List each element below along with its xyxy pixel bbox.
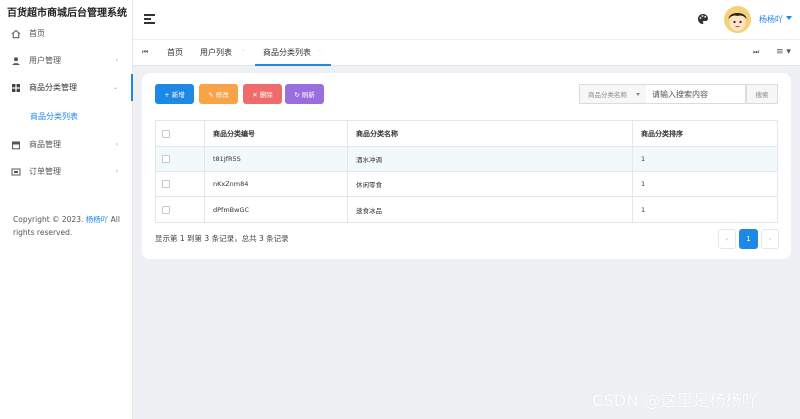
sidebar-item-orders[interactable]: 订单管理 ‹ [0, 158, 132, 185]
caret-down-icon[interactable] [786, 16, 792, 20]
pagination-info: 显示第 1 到第 3 条记录，总共 3 条记录 [155, 234, 289, 243]
chevron-left-icon: ‹ [115, 57, 118, 64]
category-id-cell: t81JfR5S [205, 147, 348, 171]
palette-icon[interactable] [697, 13, 709, 25]
pagination-page-button[interactable]: 1 [739, 229, 758, 249]
sidebar-item-label: 商品分类管理 [29, 83, 77, 92]
category-name-cell: 休闲零食 [348, 172, 633, 196]
sidebar-item-label: 商品管理 [29, 140, 61, 149]
category-name-cell: 速食冰品 [348, 197, 633, 222]
select-all-cell [156, 121, 205, 146]
row-checkbox[interactable] [162, 155, 170, 163]
tabs-menu-icon[interactable]: ≡ ▾ [776, 47, 791, 57]
column-header[interactable]: 商品分类排序 [633, 121, 777, 146]
chevron-left-icon: ‹ [115, 141, 118, 148]
tab-home[interactable]: 首页 [167, 40, 183, 66]
category-sort-cell: 1 [641, 180, 646, 188]
username[interactable]: 杨杨吖 [759, 14, 783, 25]
tab-category-list[interactable]: 商品分类列表 [263, 40, 311, 66]
category-sort-cell: 1 [641, 155, 646, 163]
sidebar-item-home[interactable]: 首页 [0, 20, 132, 47]
copyright-author-link[interactable]: 杨杨吖 [86, 215, 109, 224]
sidebar: 百货超市商城后台管理系统 首页 用户管理 ‹ 商品分类管理 ⌄ 商品分类列表 商… [0, 0, 133, 419]
tab-user-list[interactable]: 用户列表 [200, 40, 232, 66]
grid-icon [11, 83, 21, 93]
table-row[interactable]: nKxZnm84 休闲零食 1 [156, 172, 777, 197]
search-button[interactable]: 搜索 [746, 84, 778, 104]
category-id-cell: nKxZnm84 [205, 172, 348, 196]
active-tab-indicator [255, 64, 331, 66]
header: 杨杨吖 [133, 0, 800, 40]
row-select-cell [156, 197, 205, 222]
content-card: + 新增 ✎ 修改 ✕ 删除 ↻ 刷新 商品分类名称 请输入搜索内容 搜索 商品… [142, 73, 791, 259]
search-field-label: 商品分类名称 [588, 91, 627, 99]
sidebar-item-users[interactable]: 用户管理 ‹ [0, 47, 132, 74]
tab-close-icon[interactable]: · [319, 40, 321, 64]
tabs-bar: ⏮ 首页 用户列表 · 商品分类列表 · ⏭ ≡ ▾ [133, 40, 800, 66]
tab-close-icon[interactable]: · [242, 40, 244, 64]
category-name-cell: 酒水冲调 [348, 147, 633, 171]
table-row[interactable]: dPfmBwGC 速食冰品 1 [156, 197, 777, 222]
home-icon [11, 29, 21, 39]
edit-button[interactable]: ✎ 修改 [199, 84, 238, 104]
row-select-cell [156, 172, 205, 196]
column-header[interactable]: 商品分类编号 [205, 121, 348, 146]
order-icon [11, 167, 21, 177]
copyright: Copyright © 2023. 杨杨吖 All rights reserve… [13, 213, 125, 239]
table-row[interactable]: t81JfR5S 酒水冲调 1 [156, 147, 777, 172]
sidebar-subitem-category-list[interactable]: 商品分类列表 [0, 101, 132, 131]
avatar[interactable] [724, 6, 751, 33]
app-title: 百货超市商城后台管理系统 [7, 8, 127, 19]
caret-down-icon [636, 93, 640, 96]
category-table: 商品分类编号 商品分类名称 商品分类排序 t81JfR5S 酒水冲调 1 nKx… [155, 120, 778, 223]
pagination-prev-button[interactable]: ‹ [718, 229, 736, 249]
category-id-cell: dPfmBwGC [205, 197, 348, 222]
sidebar-item-label: 首页 [29, 29, 45, 38]
pagination-next-button[interactable]: › [761, 229, 779, 249]
menu-toggle-icon[interactable] [144, 14, 155, 24]
user-icon [11, 56, 21, 66]
store-icon [11, 140, 21, 150]
sidebar-item-label: 订单管理 [29, 167, 61, 176]
row-select-cell [156, 147, 205, 171]
add-button[interactable]: + 新增 [155, 84, 194, 104]
sidebar-item-products[interactable]: 商品管理 ‹ [0, 131, 132, 158]
table-header-row: 商品分类编号 商品分类名称 商品分类排序 [156, 121, 777, 147]
row-checkbox[interactable] [162, 205, 170, 214]
chevron-left-icon: ‹ [115, 168, 118, 175]
sidebar-item-category-management[interactable]: 商品分类管理 ⌄ [0, 74, 133, 101]
sidebar-item-label: 用户管理 [29, 56, 61, 65]
watermark: CSDN @这里是杨杨吖 [592, 391, 759, 410]
search-field-select[interactable]: 商品分类名称 [579, 84, 647, 104]
select-all-checkbox[interactable] [162, 129, 170, 138]
copyright-prefix: Copyright © 2023. [13, 215, 84, 224]
tabs-scroll-left-icon[interactable]: ⏮ [142, 48, 148, 57]
row-checkbox[interactable] [162, 180, 170, 188]
chevron-down-icon: ⌄ [112, 84, 118, 91]
tabs-scroll-right-icon[interactable]: ⏭ [753, 48, 759, 57]
delete-button[interactable]: ✕ 删除 [243, 84, 282, 104]
column-header[interactable]: 商品分类名称 [348, 121, 633, 146]
category-sort-cell: 1 [641, 205, 646, 214]
refresh-button[interactable]: ↻ 刷新 [285, 84, 324, 104]
search-input[interactable]: 请输入搜索内容 [646, 84, 746, 104]
